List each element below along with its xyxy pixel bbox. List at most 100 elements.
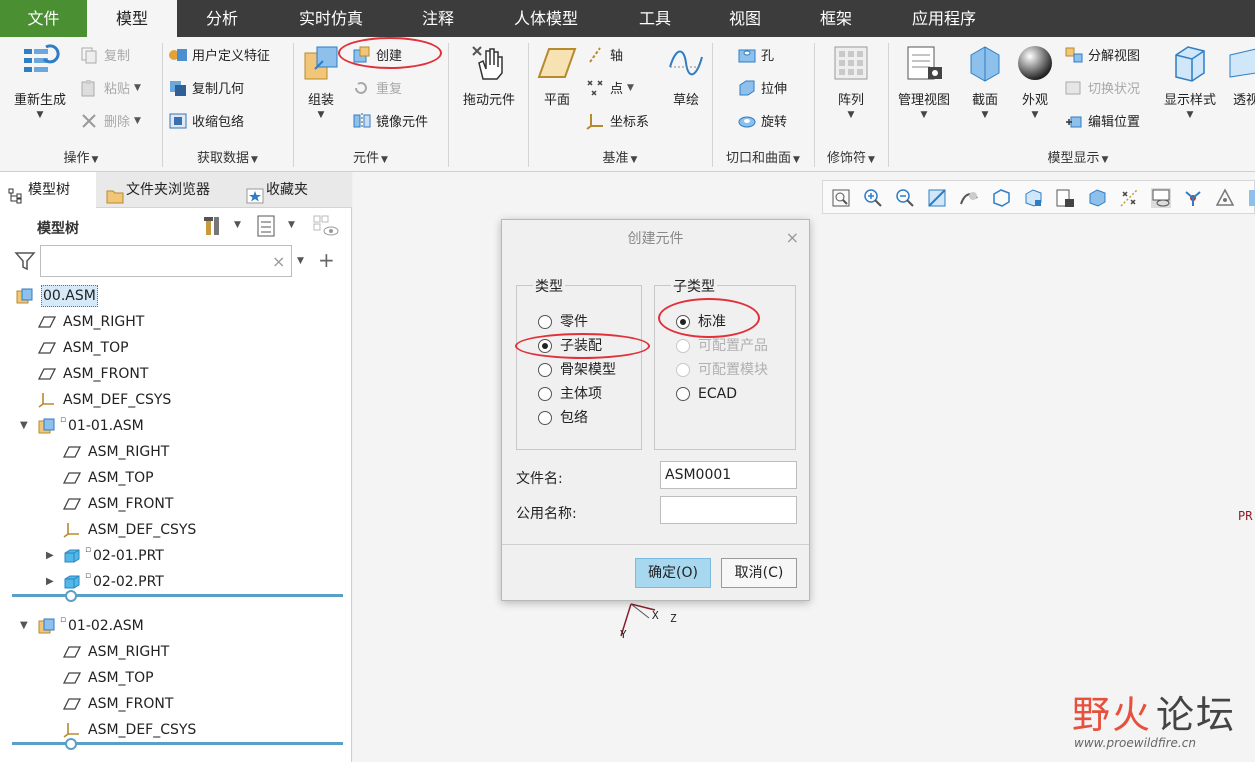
- tree-node[interactable]: ▼ ▫ 01-01.ASM: [0, 414, 350, 438]
- tree-filter-input[interactable]: [40, 245, 292, 277]
- tree-node[interactable]: ▶ ▫ 02-02.PRT: [0, 570, 350, 594]
- tab-view[interactable]: 视图: [699, 0, 791, 37]
- tab-model[interactable]: 模型: [87, 0, 177, 38]
- copy-button[interactable]: 复制: [80, 45, 130, 64]
- exploded-view-button[interactable]: 分解视图: [1064, 45, 1140, 64]
- zoom-out-icon[interactable]: [895, 188, 915, 208]
- clear-filter-icon[interactable]: ×: [272, 252, 285, 271]
- tree-settings-icon[interactable]: [203, 214, 227, 238]
- group-label-cut-surface[interactable]: 切口和曲面 ▼: [712, 147, 814, 167]
- tree-node[interactable]: ASM_DEF_CSYS: [0, 518, 350, 542]
- tab-favorites[interactable]: 收藏夹: [238, 172, 334, 208]
- tab-framework[interactable]: 框架: [791, 0, 881, 37]
- group-label-component[interactable]: 元件 ▼: [293, 147, 448, 167]
- tab-file[interactable]: 文件: [0, 0, 87, 37]
- axis-button[interactable]: 轴: [586, 45, 623, 64]
- mirror-component-button[interactable]: 镜像元件: [352, 111, 428, 130]
- more-tools-icon[interactable]: [1247, 188, 1255, 208]
- csys-button[interactable]: 坐标系: [586, 111, 649, 130]
- tree-node[interactable]: ASM_RIGHT: [0, 310, 350, 334]
- section-button[interactable]: 截面 ▼: [962, 43, 1008, 120]
- zoom-in-icon[interactable]: [863, 188, 883, 208]
- splitter-handle[interactable]: [65, 590, 77, 602]
- tab-manikin[interactable]: 人体模型: [481, 0, 611, 37]
- repeat-button[interactable]: 重复: [352, 78, 402, 97]
- edit-position-button[interactable]: 编辑位置: [1064, 111, 1140, 130]
- tree-node[interactable]: ASM_FRONT: [0, 692, 350, 716]
- tab-tools[interactable]: 工具: [611, 0, 699, 37]
- manage-views-button[interactable]: 管理视图 ▼: [892, 43, 956, 120]
- plane-button[interactable]: 平面: [534, 43, 580, 108]
- group-label-operations[interactable]: 操作 ▼: [0, 147, 162, 167]
- delete-button[interactable]: 删除 ▼: [80, 111, 141, 130]
- tree-node[interactable]: ASM_DEF_CSYS: [0, 718, 350, 742]
- extrude-button[interactable]: 拉伸: [737, 78, 787, 97]
- revolve-button[interactable]: 旋转: [737, 111, 787, 130]
- annotation-display-icon[interactable]: [1151, 188, 1171, 208]
- filename-input[interactable]: ASM0001: [660, 461, 797, 489]
- regenerate-button[interactable]: 重新生成 ▼: [6, 43, 74, 120]
- tree-node[interactable]: ASM_FRONT: [0, 492, 350, 516]
- appearance-button[interactable]: 外观 ▼: [1012, 43, 1058, 120]
- ok-button[interactable]: 确定(O): [635, 558, 711, 588]
- chevron-down-icon[interactable]: ▼: [297, 256, 304, 266]
- expand-icon[interactable]: ▶: [46, 570, 54, 594]
- point-button[interactable]: 点 ▼: [586, 78, 634, 97]
- tab-analysis[interactable]: 分析: [177, 0, 267, 37]
- group-label-model-display[interactable]: 模型显示 ▼: [888, 147, 1255, 167]
- tree-splitter[interactable]: [12, 594, 343, 597]
- perspective-button[interactable]: 透视: [1226, 43, 1255, 108]
- repaint-icon[interactable]: [927, 188, 947, 208]
- group-label-modifiers[interactable]: 修饰符 ▼: [814, 147, 888, 167]
- splitter-handle[interactable]: [65, 738, 77, 750]
- toggle-status-button[interactable]: 切换状况: [1064, 78, 1140, 97]
- tree-node[interactable]: 00.ASM: [0, 284, 350, 308]
- collapse-icon[interactable]: ▼: [20, 414, 28, 438]
- create-button[interactable]: 创建: [352, 45, 402, 64]
- display-style-icon[interactable]: [991, 188, 1011, 208]
- expand-icon[interactable]: ▶: [46, 544, 54, 568]
- cancel-button[interactable]: 取消(C): [721, 558, 797, 588]
- tree-node[interactable]: ASM_RIGHT: [0, 440, 350, 464]
- chevron-down-icon[interactable]: ▼: [288, 220, 295, 230]
- common-name-input[interactable]: [660, 496, 797, 524]
- perspective-view-icon[interactable]: [959, 188, 979, 208]
- close-icon[interactable]: ×: [786, 228, 799, 247]
- saved-orientations-icon[interactable]: [1023, 188, 1043, 208]
- shrinkwrap-button[interactable]: 收缩包络: [168, 111, 244, 130]
- datum-display-icon[interactable]: [1119, 188, 1139, 208]
- group-label-get-data[interactable]: 获取数据 ▼: [162, 147, 293, 167]
- view-manager-icon[interactable]: [1055, 188, 1075, 208]
- collapse-icon[interactable]: ▼: [20, 614, 28, 638]
- hole-button[interactable]: 孔: [737, 45, 774, 64]
- section-view-icon[interactable]: [1087, 188, 1107, 208]
- tree-node[interactable]: ASM_FRONT: [0, 362, 350, 386]
- tree-node[interactable]: ▼ ▫ 01-02.ASM: [0, 614, 350, 638]
- tree-node[interactable]: ASM_TOP: [0, 466, 350, 490]
- add-filter-icon[interactable]: +: [318, 248, 335, 272]
- tree-splitter[interactable]: [12, 742, 343, 745]
- tab-realtime-simulation[interactable]: 实时仿真: [267, 0, 395, 37]
- tab-folder-browser[interactable]: 文件夹浏览器: [98, 172, 234, 208]
- tab-annotate[interactable]: 注释: [395, 0, 481, 37]
- tree-node[interactable]: ASM_TOP: [0, 666, 350, 690]
- tab-model-tree[interactable]: 模型树: [0, 172, 96, 209]
- udf-button[interactable]: 用户定义特征: [168, 45, 270, 64]
- spin-center-icon[interactable]: [1183, 188, 1203, 208]
- sketch-button[interactable]: 草绘: [664, 43, 708, 108]
- copy-geometry-button[interactable]: 复制几何: [168, 78, 244, 97]
- chevron-down-icon[interactable]: ▼: [234, 220, 241, 230]
- show-hidden-icon[interactable]: [312, 214, 340, 238]
- filter-icon[interactable]: [14, 250, 36, 272]
- tree-columns-icon[interactable]: [256, 214, 278, 238]
- refit-icon[interactable]: [831, 188, 851, 208]
- group-label-datum[interactable]: 基准 ▼: [528, 147, 712, 167]
- assemble-button[interactable]: 组装 ▼: [298, 43, 344, 120]
- tree-node[interactable]: ASM_DEF_CSYS: [0, 388, 350, 412]
- tab-applications[interactable]: 应用程序: [881, 0, 1007, 37]
- drag-component-button[interactable]: 拖动元件: [454, 43, 524, 108]
- simulation-icon[interactable]: [1215, 188, 1235, 208]
- display-style-button[interactable]: 显示样式 ▼: [1158, 43, 1222, 120]
- tree-node[interactable]: ▶ ▫ 02-01.PRT: [0, 544, 350, 568]
- tree-node[interactable]: ASM_RIGHT: [0, 640, 350, 664]
